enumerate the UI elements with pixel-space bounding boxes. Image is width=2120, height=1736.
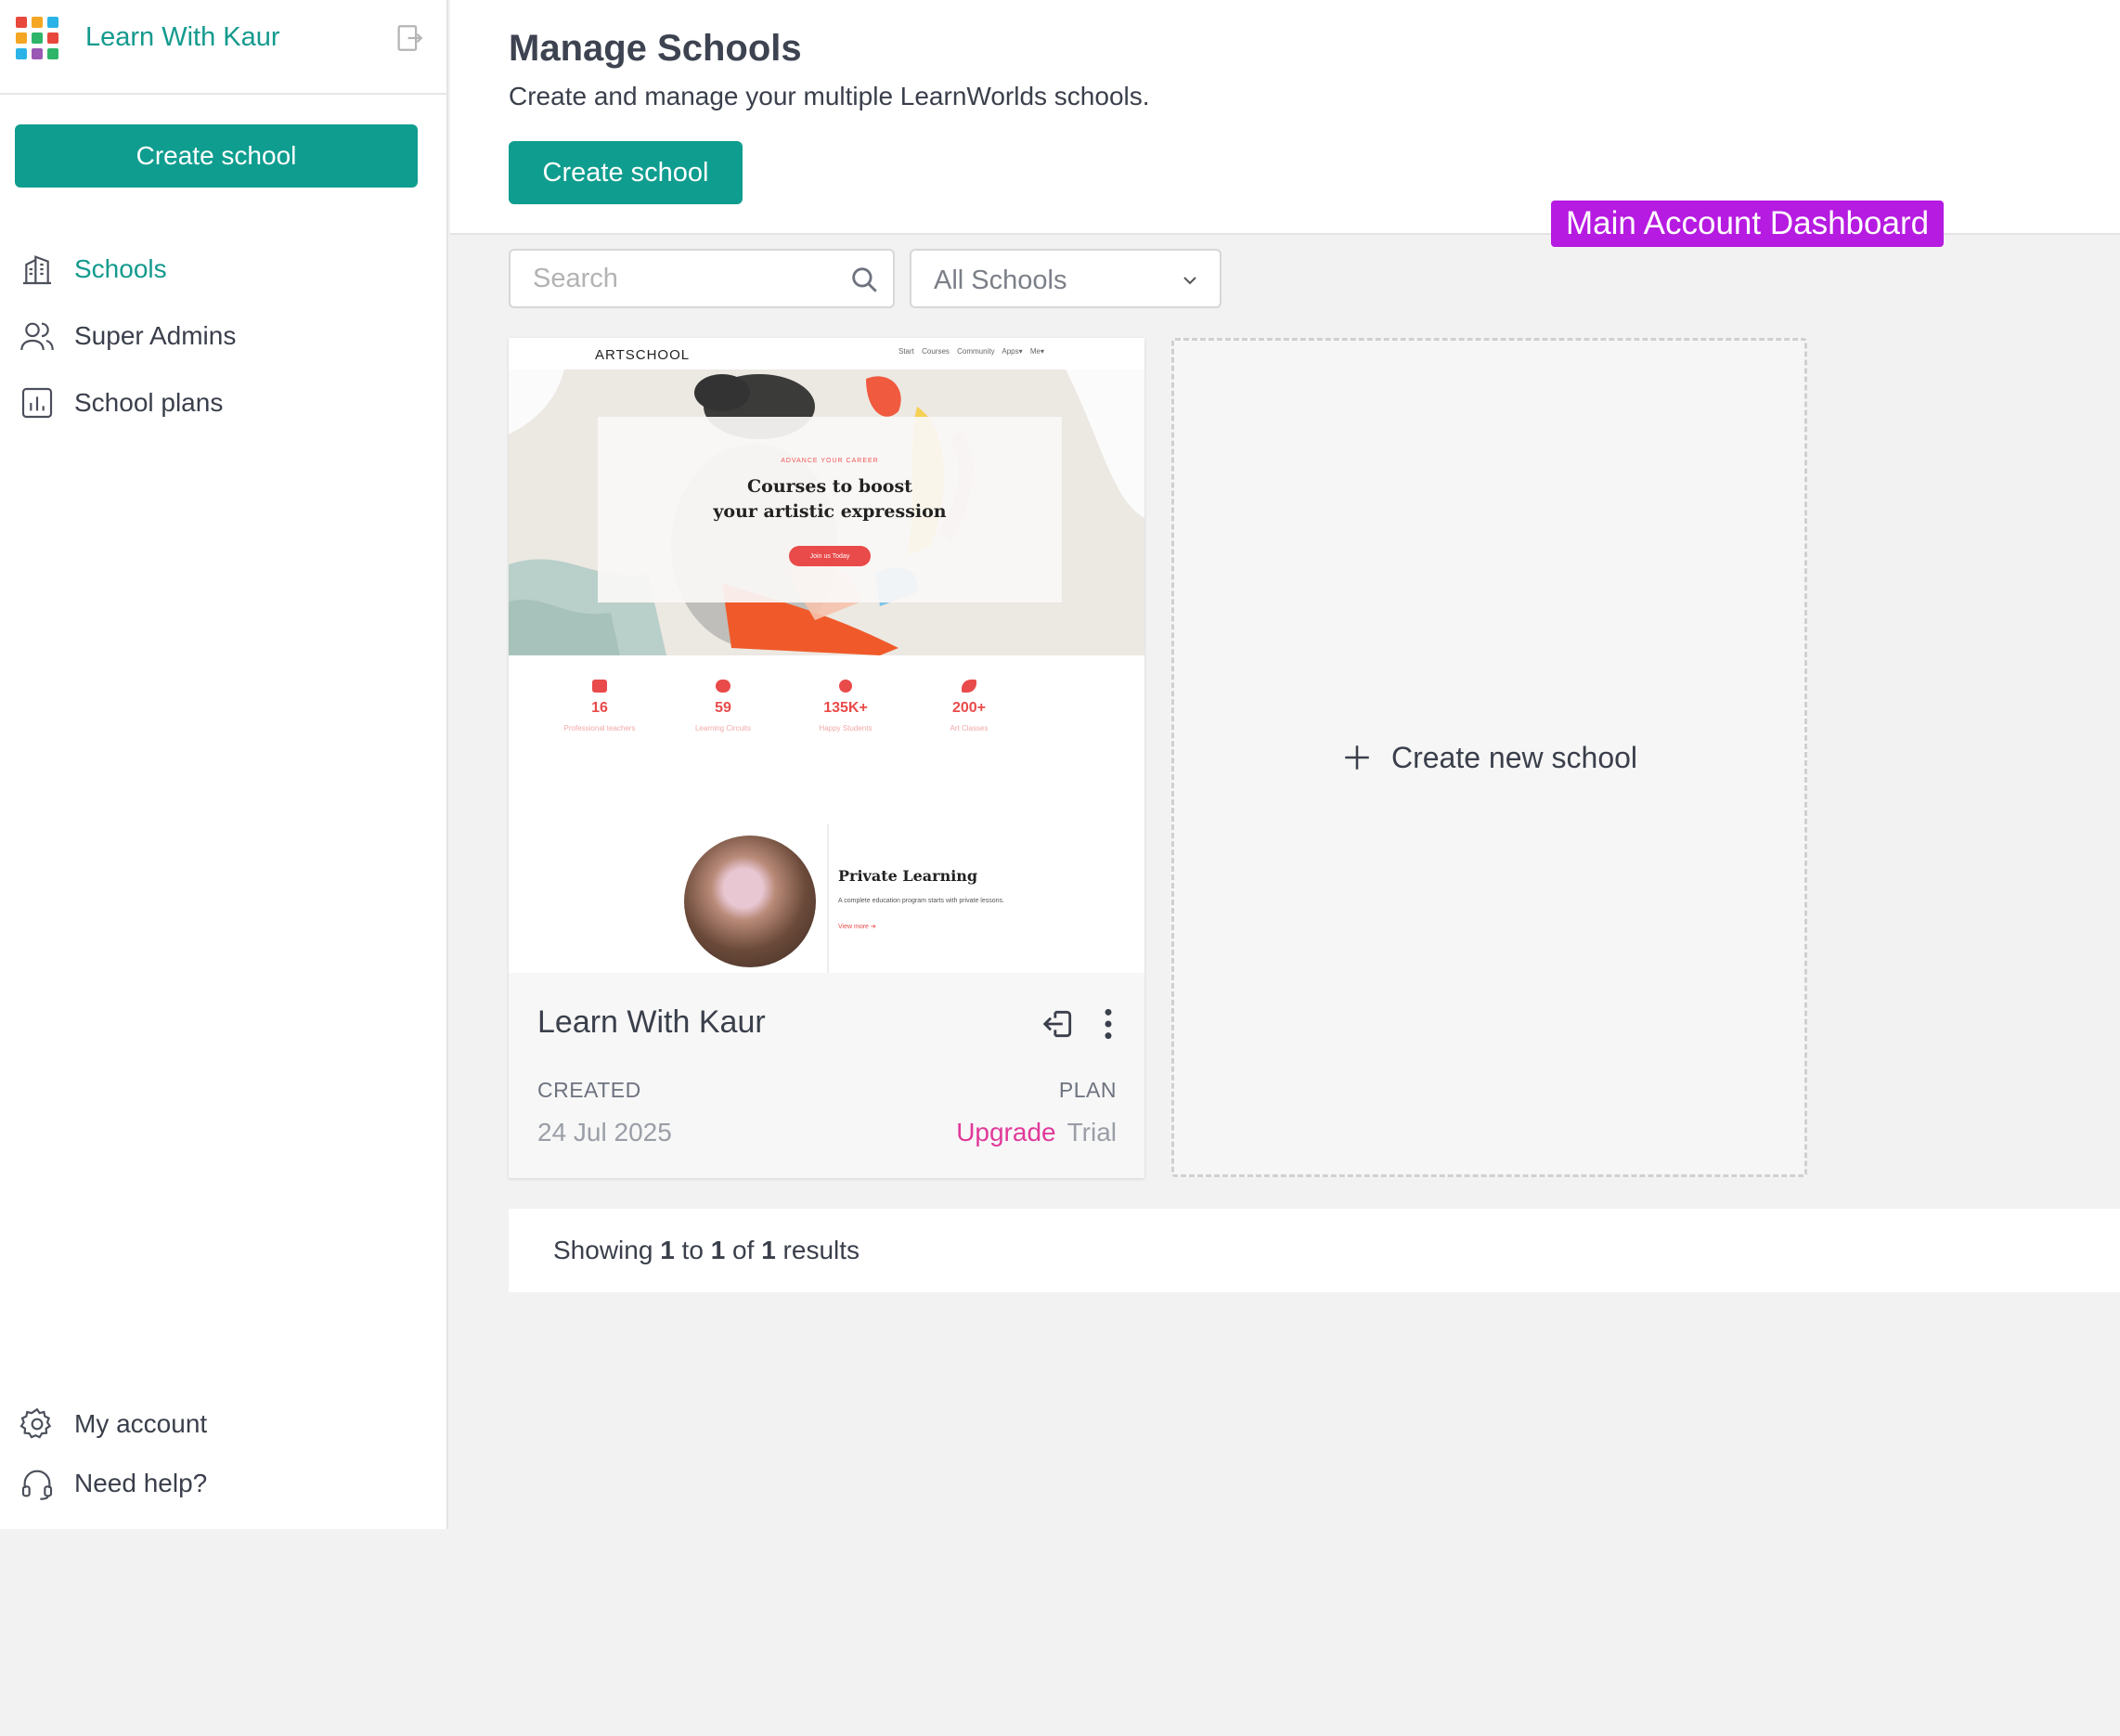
sidebar-item-super-admins[interactable]: Super Admins (0, 303, 446, 369)
sidebar: Learn With Kaur Create school Schools Su… (0, 0, 448, 1529)
sidebar-item-label: Need help? (74, 1469, 208, 1497)
thumbnail-nav-links: Start Courses Community Apps▾ Me▾ (898, 347, 1044, 356)
hero-cta-button: Join us Today (789, 546, 871, 566)
create-new-school-label: Create new school (1390, 740, 1638, 774)
private-learning-photo (684, 836, 816, 967)
results-prefix: Showing (553, 1236, 653, 1264)
results-suffix: results (782, 1236, 860, 1264)
search-box (509, 249, 895, 308)
plan-values: Upgrade Trial (956, 1118, 1117, 1147)
page-title: Manage Schools (509, 28, 802, 69)
teacher-icon (592, 680, 607, 693)
created-label: CREATED (537, 1078, 641, 1102)
sidebar-create-school-button[interactable]: Create school (15, 124, 418, 188)
hero-headline-line2: your artistic expression (713, 501, 947, 522)
hero-headline-line1: Courses to boost (747, 476, 912, 497)
sidebar-item-school-plans[interactable]: School plans (0, 369, 446, 436)
plus-icon (1345, 745, 1369, 770)
building-icon (17, 249, 58, 290)
results-to: 1 (710, 1236, 726, 1264)
school-name[interactable]: Learn With Kaur (537, 1004, 766, 1041)
smiley-icon (839, 680, 852, 693)
sidebar-item-schools[interactable]: Schools (0, 236, 446, 303)
sidebar-item-label: Schools (74, 254, 167, 283)
chevron-down-icon (1183, 277, 1196, 285)
stat-label: Happy Students (819, 724, 873, 732)
select-value: All Schools (934, 266, 1067, 295)
stat-label: Art Classes (950, 724, 989, 732)
results-summary: Showing 1 to 1 of 1 results (509, 1209, 2120, 1292)
hero-text-box: ADVANCE YOUR CAREER Courses to boost you… (598, 417, 1062, 602)
results-from: 1 (660, 1236, 675, 1264)
group-icon (716, 680, 730, 693)
results-to-word: to (681, 1236, 704, 1264)
feather-icon (962, 680, 976, 693)
users-icon (17, 316, 58, 356)
more-options-icon[interactable] (1099, 1006, 1118, 1042)
thumbnail-stats: 16 Professional teachers 59 Learning Cir… (509, 680, 1144, 745)
sidebar-nav: Schools Super Admins School plans (0, 236, 446, 436)
stat-label: Learning Circuits (694, 724, 752, 732)
sidebar-item-need-help[interactable]: Need help? (0, 1454, 446, 1513)
page-subtitle: Create and manage your multiple LearnWor… (509, 82, 1150, 110)
sidebar-item-my-account[interactable]: My account (0, 1394, 446, 1454)
app-grid-logo-icon[interactable] (16, 17, 58, 59)
school-card[interactable]: ARTSCHOOL Start Courses Community Apps▾ … (509, 338, 1144, 1178)
stat-learning-circuits: 59 Learning Circuits (667, 680, 779, 732)
hero-eyebrow: ADVANCE YOUR CAREER (781, 458, 879, 464)
private-learning-title: Private Learning (838, 867, 978, 885)
thumbnail-divider (827, 824, 829, 973)
stat-label: Professional teachers (563, 724, 636, 732)
headset-icon (17, 1463, 58, 1504)
sidebar-item-label: Super Admins (74, 321, 237, 350)
enter-school-icon[interactable] (1041, 1006, 1076, 1042)
private-learning-link: View more ➔ (838, 924, 876, 930)
bar-chart-icon (17, 382, 58, 423)
brand-name[interactable]: Learn With Kaur (85, 22, 280, 53)
stat-number: 16 (591, 700, 608, 716)
stat-number: 135K+ (823, 700, 868, 716)
collapse-sidebar-icon[interactable] (394, 22, 425, 54)
annotation-callout: Main Account Dashboard (1551, 201, 1945, 247)
create-new-school-tile[interactable]: Create new school (1171, 338, 1807, 1177)
create-school-button[interactable]: Create school (509, 141, 743, 204)
gear-icon (17, 1404, 58, 1445)
search-input[interactable] (533, 251, 839, 306)
plan-label: PLAN (1058, 1078, 1117, 1102)
sidebar-item-label: School plans (74, 388, 224, 417)
stat-happy-students: 135K+ Happy Students (790, 680, 901, 732)
search-icon[interactable] (848, 264, 880, 295)
private-learning-text: A complete education program starts with… (838, 898, 1004, 904)
thumbnail-logo: ARTSCHOOL (595, 347, 691, 363)
sidebar-item-label: My account (74, 1409, 208, 1438)
stat-teachers: 16 Professional teachers (544, 680, 655, 732)
plan-value: Trial (1066, 1118, 1117, 1147)
school-thumbnail[interactable]: ARTSCHOOL Start Courses Community Apps▾ … (509, 338, 1144, 973)
created-date: 24 Jul 2025 (537, 1118, 672, 1147)
stat-number: 59 (715, 700, 731, 716)
school-filter-select[interactable]: All Schools (910, 249, 1222, 308)
hero-headline: Courses to boost your artistic expressio… (598, 474, 1062, 525)
thumbnail-hero: ADVANCE YOUR CAREER Courses to boost you… (509, 369, 1144, 655)
brand-header: Learn With Kaur (0, 0, 446, 95)
stat-art-classes: 200+ Art Classes (913, 680, 1025, 732)
results-total: 1 (761, 1236, 776, 1264)
sidebar-bottom-nav: My account Need help? (0, 1394, 446, 1513)
results-of-word: of (732, 1236, 755, 1264)
upgrade-link[interactable]: Upgrade (956, 1118, 1055, 1147)
stat-number: 200+ (951, 700, 987, 716)
